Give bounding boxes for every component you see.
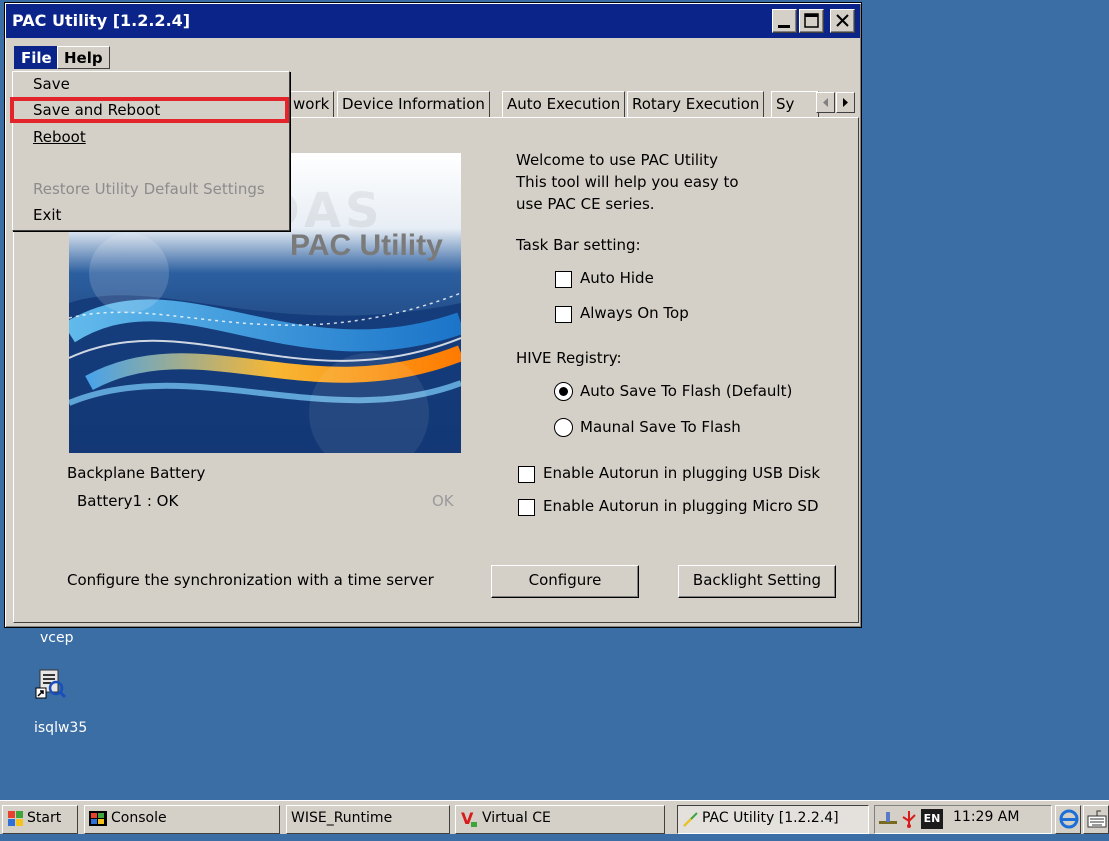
autorun-sd-checkbox[interactable] [518,499,535,516]
close-button[interactable] [830,9,855,33]
battery-status: OK [432,492,454,510]
always-on-top-checkbox[interactable] [555,306,572,323]
ie-quicklaunch-button[interactable] [1055,805,1081,834]
arrow-left-icon [823,98,828,107]
time-sync-description: Configure the synchronization with a tim… [67,571,434,589]
desktop-icon-vcep-label[interactable]: vcep [40,630,73,646]
always-on-top-label[interactable]: Always On Top [580,304,689,322]
manual-save-radio[interactable] [554,418,573,437]
backlight-setting-button[interactable]: Backlight Setting [678,565,836,598]
tab-scroll-left-button[interactable] [816,92,835,113]
auto-save-radio[interactable] [554,382,573,401]
taskbar-wise-runtime-button[interactable]: WISE_Runtime [286,805,450,834]
tab-rotary-execution[interactable]: Rotary Execution [627,91,765,118]
welcome-line-3: use PAC CE series. [516,195,655,213]
menu-item-save[interactable]: Save [17,74,285,96]
minimize-icon [778,25,790,28]
backplane-battery-heading: Backplane Battery [67,464,206,482]
menu-item-exit[interactable]: Exit [17,205,285,227]
maximize-icon [804,13,819,28]
start-label: Start [27,810,62,826]
autorun-usb-checkbox[interactable] [518,466,535,483]
windows-flag-icon [8,811,23,826]
taskbar-virtual-ce-button[interactable]: V Virtual CE [455,805,665,834]
internet-explorer-icon [1059,809,1079,829]
tab-network[interactable]: work [289,91,335,118]
file-menu-dropdown: Save Save and Reboot Reboot Restore Util… [12,71,290,231]
sql-tool-icon [35,669,67,699]
pac-utility-icon [683,812,698,827]
highlight-annotation-box [10,97,289,123]
wise-runtime-label: WISE_Runtime [291,810,393,826]
menu-help[interactable]: Help [57,46,110,69]
tab-system[interactable]: Sy [771,91,819,118]
keyboard-icon [1087,810,1107,828]
menu-item-restore-defaults[interactable]: Restore Utility Default Settings [17,179,285,201]
menu-item-reboot[interactable]: Reboot [17,127,285,149]
tab-scroll-right-button[interactable] [836,92,855,113]
taskbar: Start Console WISE_Runtime V Virtual CE … [0,800,1109,834]
auto-hide-label[interactable]: Auto Hide [580,269,654,287]
taskbar-console-button[interactable]: Console [84,805,280,834]
tab-device-information[interactable]: Device Information [337,91,490,118]
window-title: PAC Utility [1.2.2.4] [12,11,191,30]
pac-utility-task-label: PAC Utility [1.2.2.4] [702,810,839,826]
welcome-line-1: Welcome to use PAC Utility [516,151,718,169]
console-icon [89,811,107,826]
configure-button[interactable]: Configure [491,565,639,598]
auto-save-label[interactable]: Auto Save To Flash (Default) [580,382,792,400]
autorun-sd-label[interactable]: Enable Autorun in plugging Micro SD [543,497,819,515]
maximize-button[interactable] [799,9,824,33]
menu-file[interactable]: File [14,46,59,69]
desktop-icon-isqlw35-label[interactable]: isqlw35 [34,720,87,736]
virtual-ce-label: Virtual CE [482,810,551,826]
banner-logo-text: PAC Utility [290,229,443,262]
language-indicator[interactable]: EN [921,809,943,829]
console-label: Console [111,810,167,826]
taskbar-pac-utility-button[interactable]: PAC Utility [1.2.2.4] [677,805,869,834]
menu-bar: File Help [6,39,860,69]
battery1-label: Battery1 : OK [77,492,179,510]
desktop-icon-isqlw35[interactable] [34,666,78,710]
minimize-button[interactable] [772,9,797,33]
virtual-ce-icon: V [461,809,477,828]
keyboard-button[interactable] [1083,805,1109,834]
tab-auto-execution[interactable]: Auto Execution [502,91,626,118]
manual-save-label[interactable]: Maunal Save To Flash [580,418,741,436]
autorun-usb-label[interactable]: Enable Autorun in plugging USB Disk [543,464,820,482]
network-icon[interactable] [877,809,899,829]
arrow-right-icon [843,98,848,107]
taskbar-setting-heading: Task Bar setting: [516,236,641,254]
close-icon [836,14,849,27]
start-button[interactable]: Start [2,805,78,834]
system-tray: EN 11:29 AM [874,805,1052,834]
auto-hide-checkbox[interactable] [555,271,572,288]
hive-registry-heading: HIVE Registry: [516,349,622,367]
title-bar[interactable]: PAC Utility [1.2.2.4] [6,4,860,38]
clock[interactable]: 11:29 AM [953,809,1019,825]
usb-icon[interactable] [899,809,919,829]
welcome-line-2: This tool will help you easy to [516,173,739,191]
